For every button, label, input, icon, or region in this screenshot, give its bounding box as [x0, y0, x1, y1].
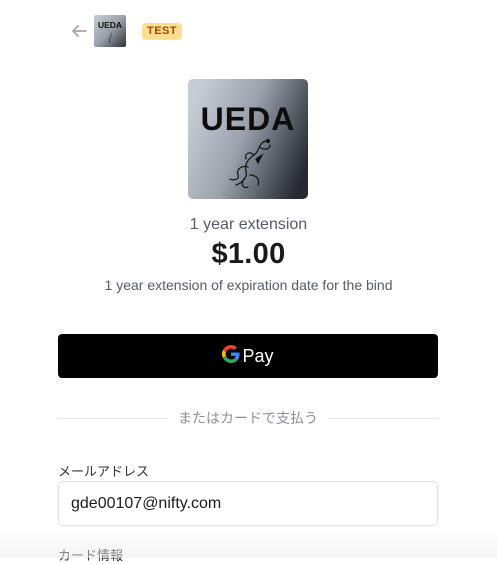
divider-line-right: [328, 417, 438, 419]
product-logo-text: UEDA: [201, 101, 296, 137]
email-field[interactable]: [58, 481, 438, 526]
product-price: $1.00: [211, 238, 286, 270]
test-mode-badge: TEST: [142, 23, 183, 40]
pay-with-card-divider: またはカードで支払う: [58, 408, 438, 428]
product-image: UEDA: [188, 79, 308, 199]
google-pay-label: Pay: [242, 345, 274, 366]
divider-line-left: [58, 417, 168, 419]
card-info-label: カード情報: [58, 548, 124, 563]
google-g-icon: [222, 344, 241, 368]
product-description: 1 year extension of expiration date for …: [104, 277, 393, 293]
checkout-header: UEDA TEST: [0, 15, 497, 47]
google-pay-button[interactable]: Pay: [58, 334, 438, 378]
divider-text: またはカードで支払う: [178, 410, 318, 426]
product-name: 1 year extension: [189, 216, 308, 233]
merchant-logo: UEDA: [94, 15, 126, 47]
back-arrow-icon[interactable]: [70, 23, 88, 39]
email-label: メールアドレス: [58, 464, 150, 479]
merchant-logo-text: UEDA: [98, 20, 122, 30]
